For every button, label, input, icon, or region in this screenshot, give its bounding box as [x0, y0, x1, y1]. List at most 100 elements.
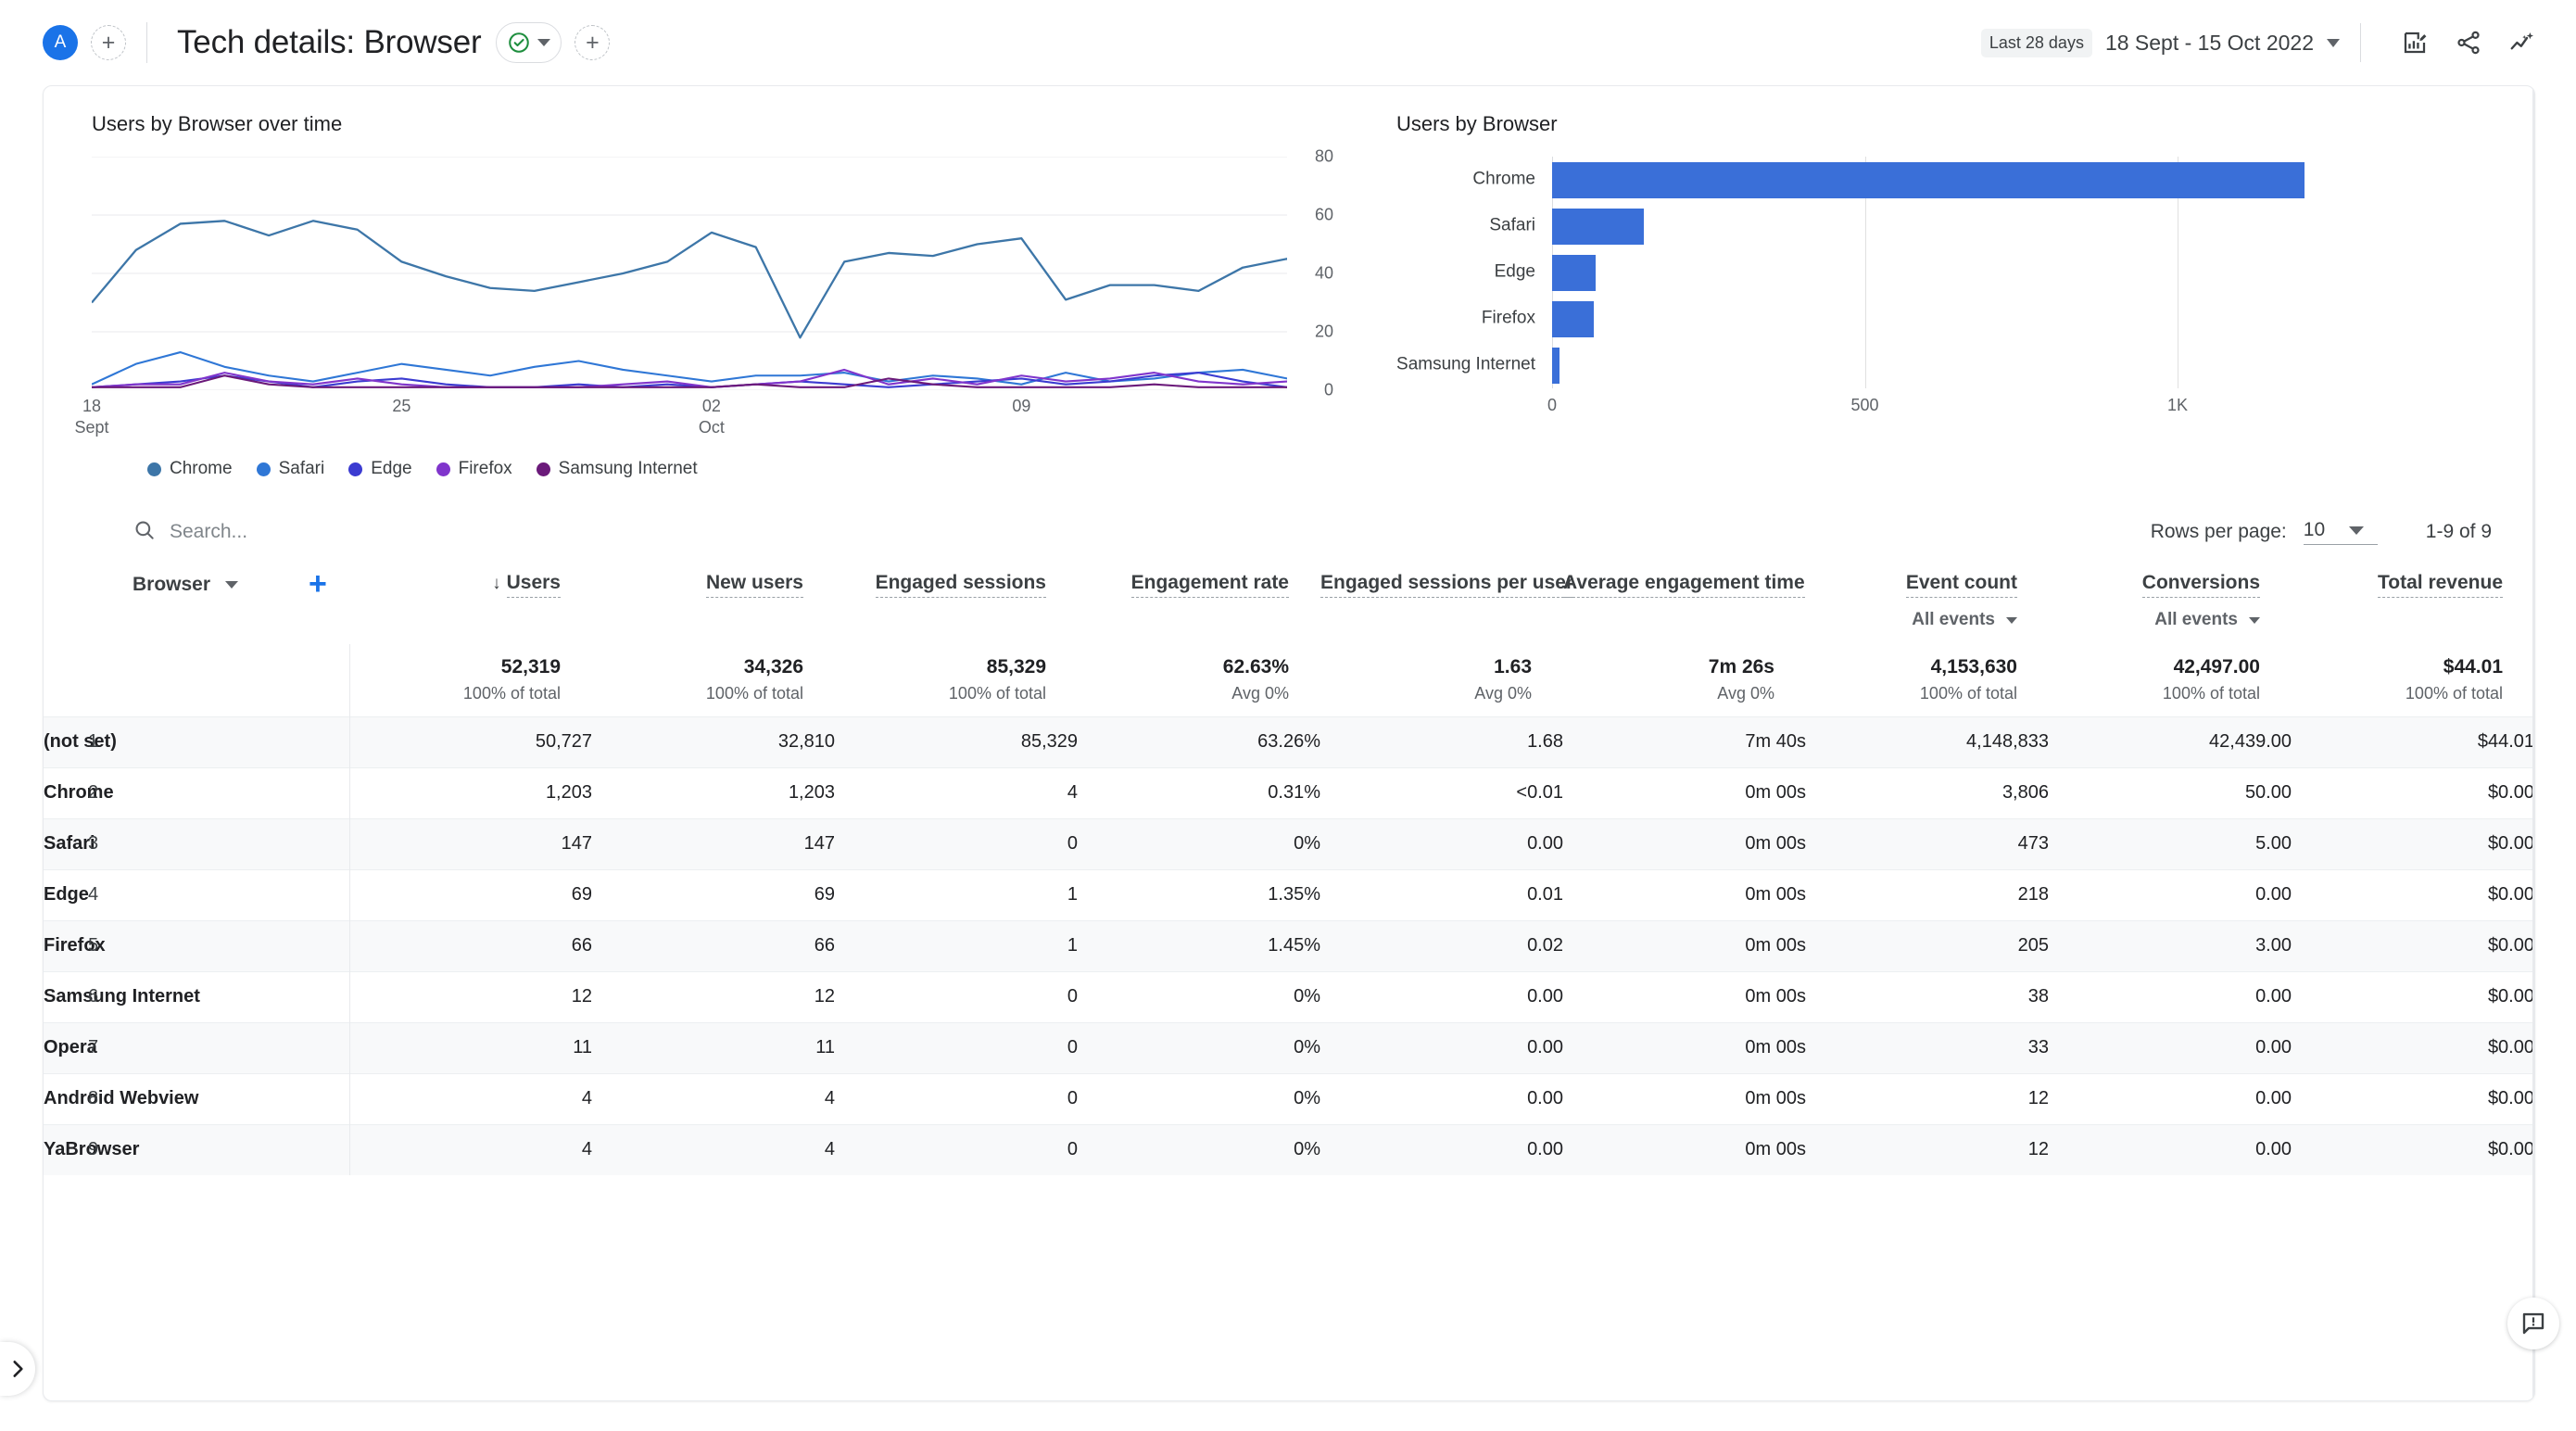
table-body: 1 (not set) 50,727 32,810 85,329 63.26% 1.68 7m…	[44, 716, 2534, 1175]
row-metric-cell: 0	[835, 1021, 1078, 1073]
report-status-selector[interactable]	[496, 22, 562, 63]
feedback-icon	[2522, 1312, 2544, 1335]
row-index: 9	[88, 1139, 99, 1160]
add-comparison-button[interactable]: +	[575, 25, 611, 60]
row-metric-cell: 4	[835, 766, 1078, 818]
bar-chart-bar[interactable]	[1552, 300, 1594, 337]
line-chart-series	[92, 220, 1287, 388]
column-header-total-revenue[interactable]: Total revenue	[2292, 561, 2534, 644]
y-tick-label: 20	[1314, 322, 1333, 341]
dimension-name[interactable]: Browser	[133, 574, 210, 596]
bar-chart-bar[interactable]	[1552, 347, 1560, 384]
expand-sidebar-button[interactable]	[0, 1342, 35, 1396]
table-row[interactable]: 2 Chrome 1,203 1,203 4 0.31% <0.01 0m 00s 3,806 5…	[44, 766, 2534, 818]
row-dimension-cell[interactable]: 3 Safari	[44, 817, 350, 869]
row-metric-cell: 0%	[1078, 1123, 1320, 1175]
share-button[interactable]	[2448, 22, 2489, 63]
bar-chart-category-label: Chrome	[1472, 169, 1535, 189]
insights-button[interactable]	[2502, 22, 2543, 63]
conversions-filter[interactable]: All events	[2049, 610, 2260, 630]
table-row[interactable]: 7 Opera 11 11 0 0% 0.00 0m 00s 33 0.00 $0.00	[44, 1021, 2534, 1073]
add-account-button[interactable]: +	[91, 25, 126, 60]
row-dimension-cell[interactable]: 2 Chrome	[44, 766, 350, 818]
edit-report-button[interactable]	[2394, 22, 2435, 63]
rows-per-page-select[interactable]: 10	[2303, 519, 2378, 545]
column-header-conversions[interactable]: Conversions All events	[2049, 561, 2292, 644]
row-metric-cell: 0m 00s	[1563, 817, 1806, 869]
chevron-down-icon[interactable]	[2327, 38, 2340, 47]
table-row[interactable]: 8 Android Webview 4 4 0 0% 0.00 0m 00s 12 0.00 $0.…	[44, 1072, 2534, 1124]
line-chart[interactable]: 0 20 40 60 80 18 Sept 25 02 Oct 09	[74, 147, 1333, 437]
column-label: Engaged sessions per user	[1320, 572, 1574, 598]
bar-chart-category-label: Edge	[1494, 261, 1535, 282]
analytics-report-page: A + Tech details: Browser + Last 28 days…	[0, 0, 2576, 1431]
table-row[interactable]: 4 Edge 69 69 1 1.35% 0.01 0m 00s 218 0.00 $0.00	[44, 868, 2534, 920]
column-header-users[interactable]: ↓ Users	[349, 561, 592, 644]
totals-cell: 34,326 100% of total	[592, 644, 835, 716]
row-dimension-cell[interactable]: 4 Edge	[44, 868, 350, 920]
row-label: (not set)	[44, 731, 117, 752]
column-label: Engagement rate	[1130, 572, 1289, 598]
table-row[interactable]: 6 Samsung Internet 12 12 0 0% 0.00 0m 00s 38 0.00…	[44, 970, 2534, 1022]
search-input[interactable]	[168, 520, 557, 544]
bar-chart[interactable]: 0 500 1K Chrome Safari Edge Firefox Samsung In…	[1396, 157, 2416, 435]
column-header-engagement-rate[interactable]: Engagement rate	[1078, 561, 1320, 644]
bar-chart-bar[interactable]	[1552, 208, 1645, 245]
totals-value: 42,497.00	[2173, 656, 2260, 678]
column-header-event-count[interactable]: Event count All events	[1806, 561, 2049, 644]
legend-item[interactable]: Samsung Internet	[536, 459, 698, 479]
add-dimension-button[interactable]: +	[309, 568, 327, 600]
row-metric-cell: 0.01	[1320, 868, 1563, 920]
column-label: Average engagement time	[1563, 572, 1805, 598]
row-metric-cell: $0.00	[2292, 766, 2534, 818]
legend-item[interactable]: Edge	[348, 459, 412, 479]
row-metric-cell: 85,329	[835, 716, 1078, 767]
users-by-browser-over-time-panel: Users by Browser over time 0 20 40 60 80 18 S…	[44, 112, 1359, 479]
column-header-engaged-sessions-per-user[interactable]: Engaged sessions per user	[1320, 561, 1574, 644]
row-dimension-cell[interactable]: 8 Android Webview	[44, 1072, 350, 1124]
column-header-average-engagement-time[interactable]: Average engagement time	[1563, 561, 1806, 644]
account-avatar[interactable]: A	[43, 25, 78, 60]
table-row[interactable]: 9 YaBrowser 4 4 0 0% 0.00 0m 00s 12 0.00 $0.00	[44, 1123, 2534, 1175]
column-header-new-users[interactable]: New users	[592, 561, 835, 644]
row-metric-cell: 66	[592, 919, 835, 971]
row-metric-cell: 1	[835, 919, 1078, 971]
bar-chart-bar[interactable]	[1552, 161, 2305, 198]
users-by-browser-panel: Users by Browser 0 500 1K Chrome Safari Edge…	[1359, 112, 2534, 479]
legend-item[interactable]: Safari	[256, 459, 324, 479]
row-metric-cell: 12	[592, 970, 835, 1022]
row-metric-cell: 147	[592, 817, 835, 869]
row-dimension-cell[interactable]: 6 Samsung Internet	[44, 970, 350, 1022]
table-row[interactable]: 5 Firefox 66 66 1 1.45% 0.02 0m 00s 205 3.00 $0.00	[44, 919, 2534, 971]
totals-value: 1.63	[1494, 656, 1532, 678]
totals-value: $44.01	[2443, 656, 2503, 678]
row-metric-cell: $0.00	[2292, 919, 2534, 971]
legend-label: Chrome	[170, 459, 233, 478]
legend-item[interactable]: Chrome	[147, 459, 233, 479]
row-index: 5	[88, 935, 99, 956]
row-metric-cell: 473	[1806, 817, 2049, 869]
table-row[interactable]: 3 Safari 147 147 0 0% 0.00 0m 00s 473 5.00 $0.00	[44, 817, 2534, 869]
row-dimension-cell[interactable]: 1 (not set)	[44, 716, 350, 767]
row-metric-cell: 38	[1806, 970, 2049, 1022]
column-label: Users	[506, 572, 561, 598]
row-dimension-cell[interactable]: 9 YaBrowser	[44, 1123, 350, 1175]
row-dimension-cell[interactable]: 7 Opera	[44, 1021, 350, 1073]
row-dimension-cell[interactable]: 5 Firefox	[44, 919, 350, 971]
table-row[interactable]: 1 (not set) 50,727 32,810 85,329 63.26% 1.68 7m…	[44, 716, 2534, 767]
event-count-filter[interactable]: All events	[1806, 610, 2017, 630]
totals-cell: $44.01 100% of total	[2292, 644, 2534, 716]
table-scroll-rail[interactable]	[2532, 86, 2534, 1400]
row-metric-cell: $0.00	[2292, 868, 2534, 920]
bar-chart-bar[interactable]	[1552, 254, 1596, 291]
pagination-range: 1-9 of 9	[2425, 521, 2492, 542]
send-feedback-button[interactable]	[2507, 1298, 2559, 1349]
date-range-label[interactable]: 18 Sept - 15 Oct 2022	[2105, 31, 2314, 56]
row-metric-cell: 1	[835, 868, 1078, 920]
x-tick-label: 1K	[2166, 396, 2189, 414]
column-header-engaged-sessions[interactable]: Engaged sessions	[835, 561, 1078, 644]
row-metric-cell: 0m 00s	[1563, 970, 1806, 1022]
row-metric-cell: 205	[1806, 919, 2049, 971]
legend-item[interactable]: Firefox	[436, 459, 512, 479]
chevron-down-icon[interactable]	[225, 580, 239, 589]
